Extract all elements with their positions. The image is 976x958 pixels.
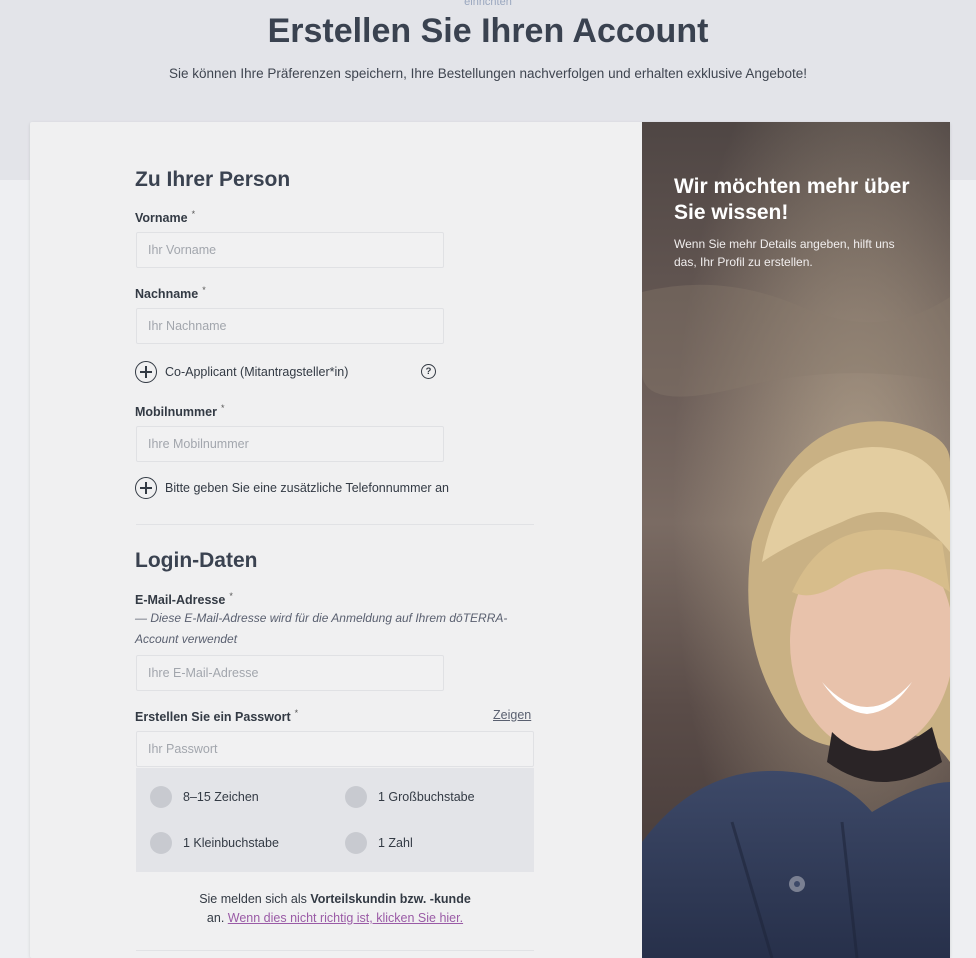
email-input[interactable]: [136, 655, 444, 691]
plus-circle-icon: [135, 361, 157, 383]
top-cut-text: einrichten: [464, 0, 512, 8]
help-icon[interactable]: ?: [421, 364, 436, 379]
section-divider: [136, 524, 534, 525]
password-requirements: 8–15 Zeichen 1 Großbuchstabe 1 Kleinbuch…: [136, 768, 534, 872]
requirement-status-icon: [345, 786, 367, 808]
firstname-input[interactable]: [136, 232, 444, 268]
change-customer-type-link[interactable]: Wenn dies nicht richtig ist, klicken Sie…: [228, 911, 463, 925]
password-label-text: Erstellen Sie ein Passwort: [135, 710, 291, 725]
add-co-applicant-button[interactable]: Co-Applicant (Mitantragsteller*in): [135, 361, 348, 383]
requirement-status-icon: [345, 832, 367, 854]
required-mark: *: [202, 285, 206, 295]
lastname-input[interactable]: [136, 308, 444, 344]
add-phone-button[interactable]: Bitte geben Sie eine zusätzliche Telefon…: [135, 477, 449, 499]
customer-type: Vorteilskundin bzw. -kunde: [310, 892, 471, 906]
co-applicant-label: Co-Applicant (Mitantragsteller*in): [165, 365, 349, 379]
firstname-label: Vorname *: [135, 209, 195, 225]
mobile-input[interactable]: [136, 426, 444, 462]
required-mark: *: [191, 209, 196, 219]
show-password-link[interactable]: Zeigen: [493, 708, 531, 722]
requirement-item: 1 Zahl: [345, 832, 413, 854]
page-title: Erstellen Sie Ihren Account: [267, 12, 709, 50]
page-subtitle: Sie können Ihre Präferenzen speichern, I…: [169, 66, 807, 81]
required-mark: *: [229, 591, 233, 601]
password-input[interactable]: [136, 731, 534, 767]
required-mark: *: [294, 708, 299, 718]
requirement-label: 1 Zahl: [378, 836, 413, 850]
mobile-label-text: Mobilnummer: [135, 405, 217, 420]
requirement-item: 8–15 Zeichen: [150, 786, 259, 808]
required-mark: *: [220, 403, 225, 413]
requirement-item: 1 Großbuchstabe: [345, 786, 475, 808]
notice-line2-prefix: an.: [206, 911, 228, 925]
requirement-item: 1 Kleinbuchstabe: [150, 832, 279, 854]
hero-photo: Wir möchten mehr über Sie wissen! Wenn S…: [642, 122, 950, 958]
requirement-label: 1 Kleinbuchstabe: [183, 836, 279, 850]
requirement-status-icon: [150, 786, 172, 808]
customer-type-notice: Sie melden sich als Vorteilskundin bzw. …: [136, 890, 534, 928]
aside-text: Wenn Sie mehr Details angeben, hilft uns…: [674, 237, 895, 269]
requirement-label: 1 Großbuchstabe: [378, 790, 475, 804]
section-divider: [136, 950, 534, 951]
section-title-login: Login-Daten: [135, 549, 258, 572]
notice-prefix: Sie melden sich als: [199, 892, 311, 906]
mobile-label: Mobilnummer *: [135, 403, 224, 419]
aside-title: Wir möchten mehr über Sie wissen!: [674, 175, 910, 224]
add-phone-label: Bitte geben Sie eine zusätzliche Telefon…: [165, 481, 449, 495]
lastname-label: Nachname *: [135, 285, 206, 301]
password-label: Erstellen Sie ein Passwort *: [135, 708, 298, 724]
email-label-text: E-Mail-Adresse: [135, 593, 226, 608]
plus-circle-icon: [135, 477, 157, 499]
firstname-label-text: Vorname: [135, 211, 188, 226]
lastname-label-text: Nachname: [135, 287, 199, 302]
section-title-personal: Zu Ihrer Person: [135, 168, 291, 191]
requirement-status-icon: [150, 832, 172, 854]
email-label: E-Mail-Adresse *: [135, 591, 233, 607]
email-hint: — Diese E-Mail-Adresse wird für die Anme…: [135, 611, 508, 646]
requirement-label: 8–15 Zeichen: [183, 790, 259, 804]
